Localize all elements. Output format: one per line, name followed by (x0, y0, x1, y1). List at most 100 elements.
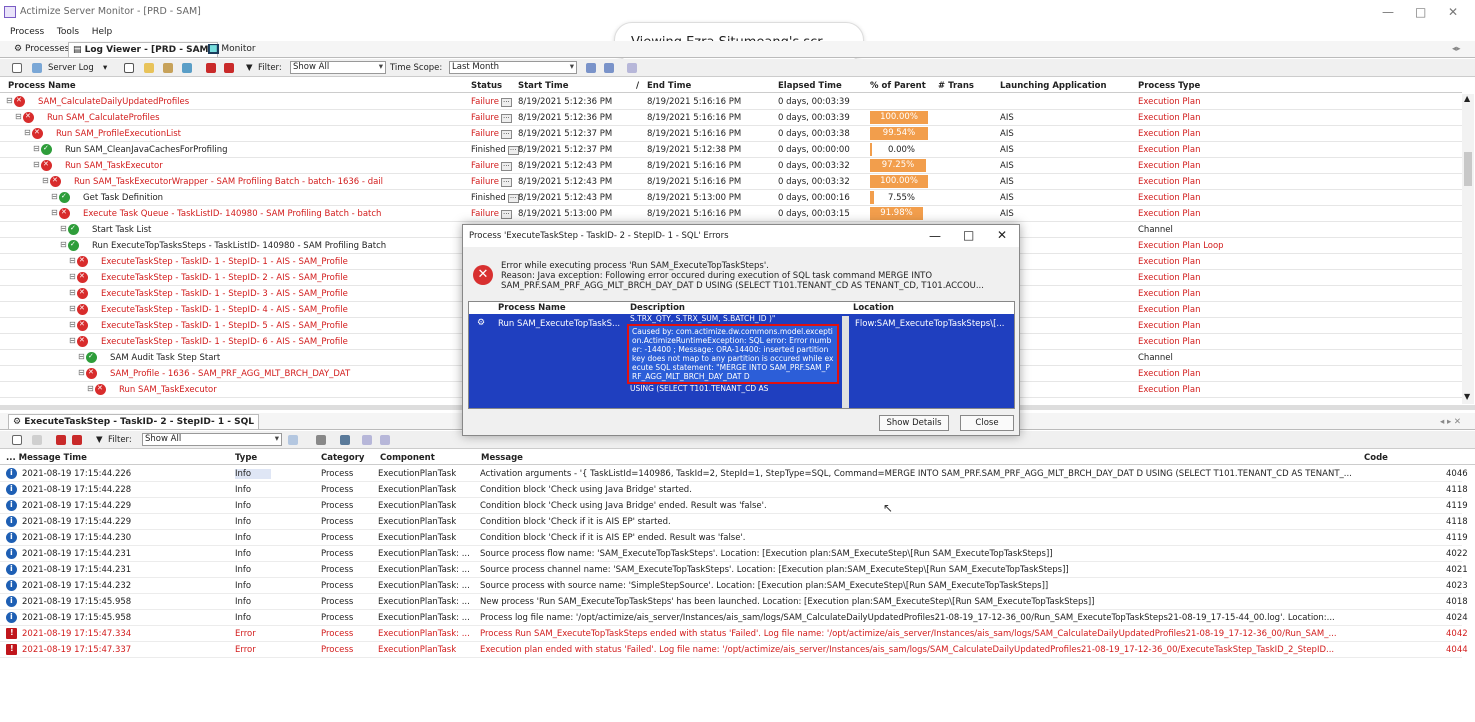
column-icon[interactable] (288, 435, 298, 445)
close-icon[interactable]: ✕ (997, 228, 1007, 242)
log-row[interactable]: 2021-08-19 17:15:44.231 Info Process Execut… (0, 546, 1468, 562)
minimize-icon[interactable]: — (1382, 5, 1394, 19)
col-status[interactable]: Status (471, 81, 502, 91)
search-icon[interactable] (316, 435, 326, 445)
col-process-name[interactable]: Process Name (8, 81, 76, 91)
process-row[interactable]: ⊟ SAM_CalculateDailyUpdatedProfiles Failur… (0, 94, 1462, 110)
expand-icon[interactable]: ⊟ (87, 384, 94, 393)
save-icon[interactable] (124, 63, 134, 73)
col-trans[interactable]: # Trans (938, 81, 974, 91)
log-row[interactable]: 2021-08-19 17:15:44.229 Info Process Execut… (0, 498, 1468, 514)
scroll-thumb[interactable] (1464, 152, 1472, 186)
log-row[interactable]: 2021-08-19 17:15:44.226 Info Process Execut… (0, 466, 1468, 482)
expand-icon[interactable]: ⊟ (69, 304, 76, 313)
process-row[interactable]: ⊟ Run SAM_CleanJavaCachesForProfiling Fini… (0, 142, 1462, 158)
menu-tools[interactable]: Tools (57, 27, 79, 37)
more-button[interactable]: ··· (500, 162, 512, 171)
filter-select[interactable]: Show All (290, 61, 386, 74)
export-icon[interactable] (380, 435, 390, 445)
tab-execute-task-step[interactable]: ⚙ ExecuteTaskStep - TaskID- 2 - StepID- … (8, 414, 259, 429)
maximize-icon[interactable]: □ (1415, 5, 1426, 19)
menu-process[interactable]: Process (10, 27, 44, 37)
server-log-button[interactable]: Server Log (48, 62, 94, 74)
panel-nav-icon[interactable]: ◂ ▸ ✕ (1440, 416, 1461, 428)
log-row[interactable]: 2021-08-19 17:15:44.231 Info Process Execut… (0, 562, 1468, 578)
copy-icon[interactable] (32, 435, 42, 445)
log-row[interactable]: 2021-08-19 17:15:45.958 Info Process Execut… (0, 594, 1468, 610)
log-row[interactable]: 2021-08-19 17:15:47.334 Error Process Execu… (0, 626, 1468, 642)
tab-log-viewer[interactable]: ▤ Log Viewer - [PRD - SAM] (68, 42, 218, 57)
expand-icon[interactable]: ⊟ (24, 128, 31, 137)
process-row[interactable]: ⊟ Run SAM_TaskExecutor Failure··· 8/19/2021… (0, 158, 1462, 174)
refresh-icon[interactable] (12, 435, 22, 445)
col-description[interactable]: Description (630, 303, 685, 313)
col-process[interactable]: Process Name (498, 303, 566, 313)
grid-icon[interactable] (362, 435, 372, 445)
col-message-time[interactable]: ... Message Time (6, 453, 87, 463)
more-button[interactable]: ··· (500, 130, 512, 139)
scroll-up-icon[interactable]: ▲ (1464, 94, 1470, 103)
process-row[interactable]: ⊟ Run SAM_CalculateProfiles Failure··· 8/19… (0, 110, 1462, 126)
error-nav-icon[interactable] (56, 435, 66, 445)
tab-monitor[interactable]: ■ Monitor (204, 42, 260, 57)
col-launching-app[interactable]: Launching Application (1000, 81, 1107, 91)
log-row[interactable]: 2021-08-19 17:15:45.958 Info Process Execut… (0, 610, 1468, 626)
log-row[interactable]: 2021-08-19 17:15:47.337 Error Process Execu… (0, 642, 1468, 658)
error-location[interactable]: Flow:SAM_ExecuteTopTaskSteps\[... (855, 319, 1005, 329)
close-button[interactable]: Close (960, 415, 1014, 431)
filter-tool-icon[interactable] (163, 63, 173, 73)
more-button[interactable]: ··· (507, 146, 519, 155)
col-process-type[interactable]: Process Type (1138, 81, 1200, 91)
more-button[interactable]: ··· (500, 98, 512, 107)
time-scope-select[interactable]: Last Month (449, 61, 577, 74)
chevron-down-icon[interactable]: ▾ (103, 62, 107, 74)
process-row[interactable]: ⊟ Execute Task Queue - TaskListID- 140980… (0, 206, 1462, 222)
expand-icon[interactable]: ⊟ (33, 160, 40, 169)
col-elapsed-time[interactable]: Elapsed Time (778, 81, 842, 91)
grid-icon[interactable] (627, 63, 637, 73)
error-next-icon[interactable] (72, 435, 82, 445)
col-component[interactable]: Component (380, 453, 435, 463)
close-icon[interactable]: ✕ (1448, 5, 1458, 19)
export-icon[interactable] (604, 63, 614, 73)
expand-icon[interactable]: ⊟ (51, 192, 58, 201)
show-details-button[interactable]: Show Details (879, 415, 949, 431)
process-row[interactable]: ⊟ Run SAM_TaskExecutorWrapper - SAM Profi… (0, 174, 1462, 190)
expand-icon[interactable]: ⊟ (15, 112, 22, 121)
expand-icon[interactable]: ⊟ (69, 256, 76, 265)
more-button[interactable]: ··· (500, 210, 512, 219)
refresh-icon[interactable] (12, 63, 22, 73)
col-start-time[interactable]: Start Time (518, 81, 568, 91)
more-button[interactable]: ··· (507, 194, 519, 203)
log-row[interactable]: 2021-08-19 17:15:44.228 Info Process Execut… (0, 482, 1468, 498)
error-description[interactable]: S.TRX_QTY, S.TRX_SUM, S.BATCH_ID )" Caus… (627, 314, 849, 410)
process-row[interactable]: ⊟Get Task DefinitionFinished···8/19/2021… (0, 190, 1462, 206)
error-process-name[interactable]: Run SAM_ExecuteTopTaskS... (498, 319, 620, 329)
settings-icon[interactable] (182, 63, 192, 73)
log-row[interactable]: 2021-08-19 17:15:44.229 Info Process Execut… (0, 514, 1468, 530)
log-row[interactable]: 2021-08-19 17:15:44.232 Info Process Execut… (0, 578, 1468, 594)
more-button[interactable]: ··· (500, 114, 512, 123)
expand-icon[interactable]: ⊟ (69, 320, 76, 329)
find-icon[interactable] (340, 435, 350, 445)
col-location[interactable]: Location (853, 303, 894, 313)
col-percent-parent[interactable]: % of Parent (870, 81, 926, 91)
folder-icon[interactable] (144, 63, 154, 73)
expand-icon[interactable]: ⊟ (69, 336, 76, 345)
menu-help[interactable]: Help (92, 27, 113, 37)
more-button[interactable]: ··· (500, 178, 512, 187)
expand-icon[interactable]: ⊟ (51, 208, 58, 217)
col-code[interactable]: Code (1364, 453, 1388, 463)
log-row[interactable]: 2021-08-19 17:15:44.230 Info Process Execut… (0, 530, 1468, 546)
tab-processes[interactable]: ⚙ Processes (10, 42, 73, 57)
expand-icon[interactable]: ⊟ (78, 352, 85, 361)
expand-icon[interactable]: ⊟ (33, 144, 40, 153)
expand-icon[interactable]: ⊟ (69, 288, 76, 297)
error-nav-icon[interactable] (206, 63, 216, 73)
expand-icon[interactable]: ⊟ (78, 368, 85, 377)
error-next-icon[interactable] (224, 63, 234, 73)
description-scrollbar[interactable] (842, 316, 849, 408)
tab-scroll-icon[interactable]: ◂▸ (1452, 43, 1461, 55)
search-icon[interactable] (586, 63, 596, 73)
col-end-time[interactable]: End Time (647, 81, 691, 91)
